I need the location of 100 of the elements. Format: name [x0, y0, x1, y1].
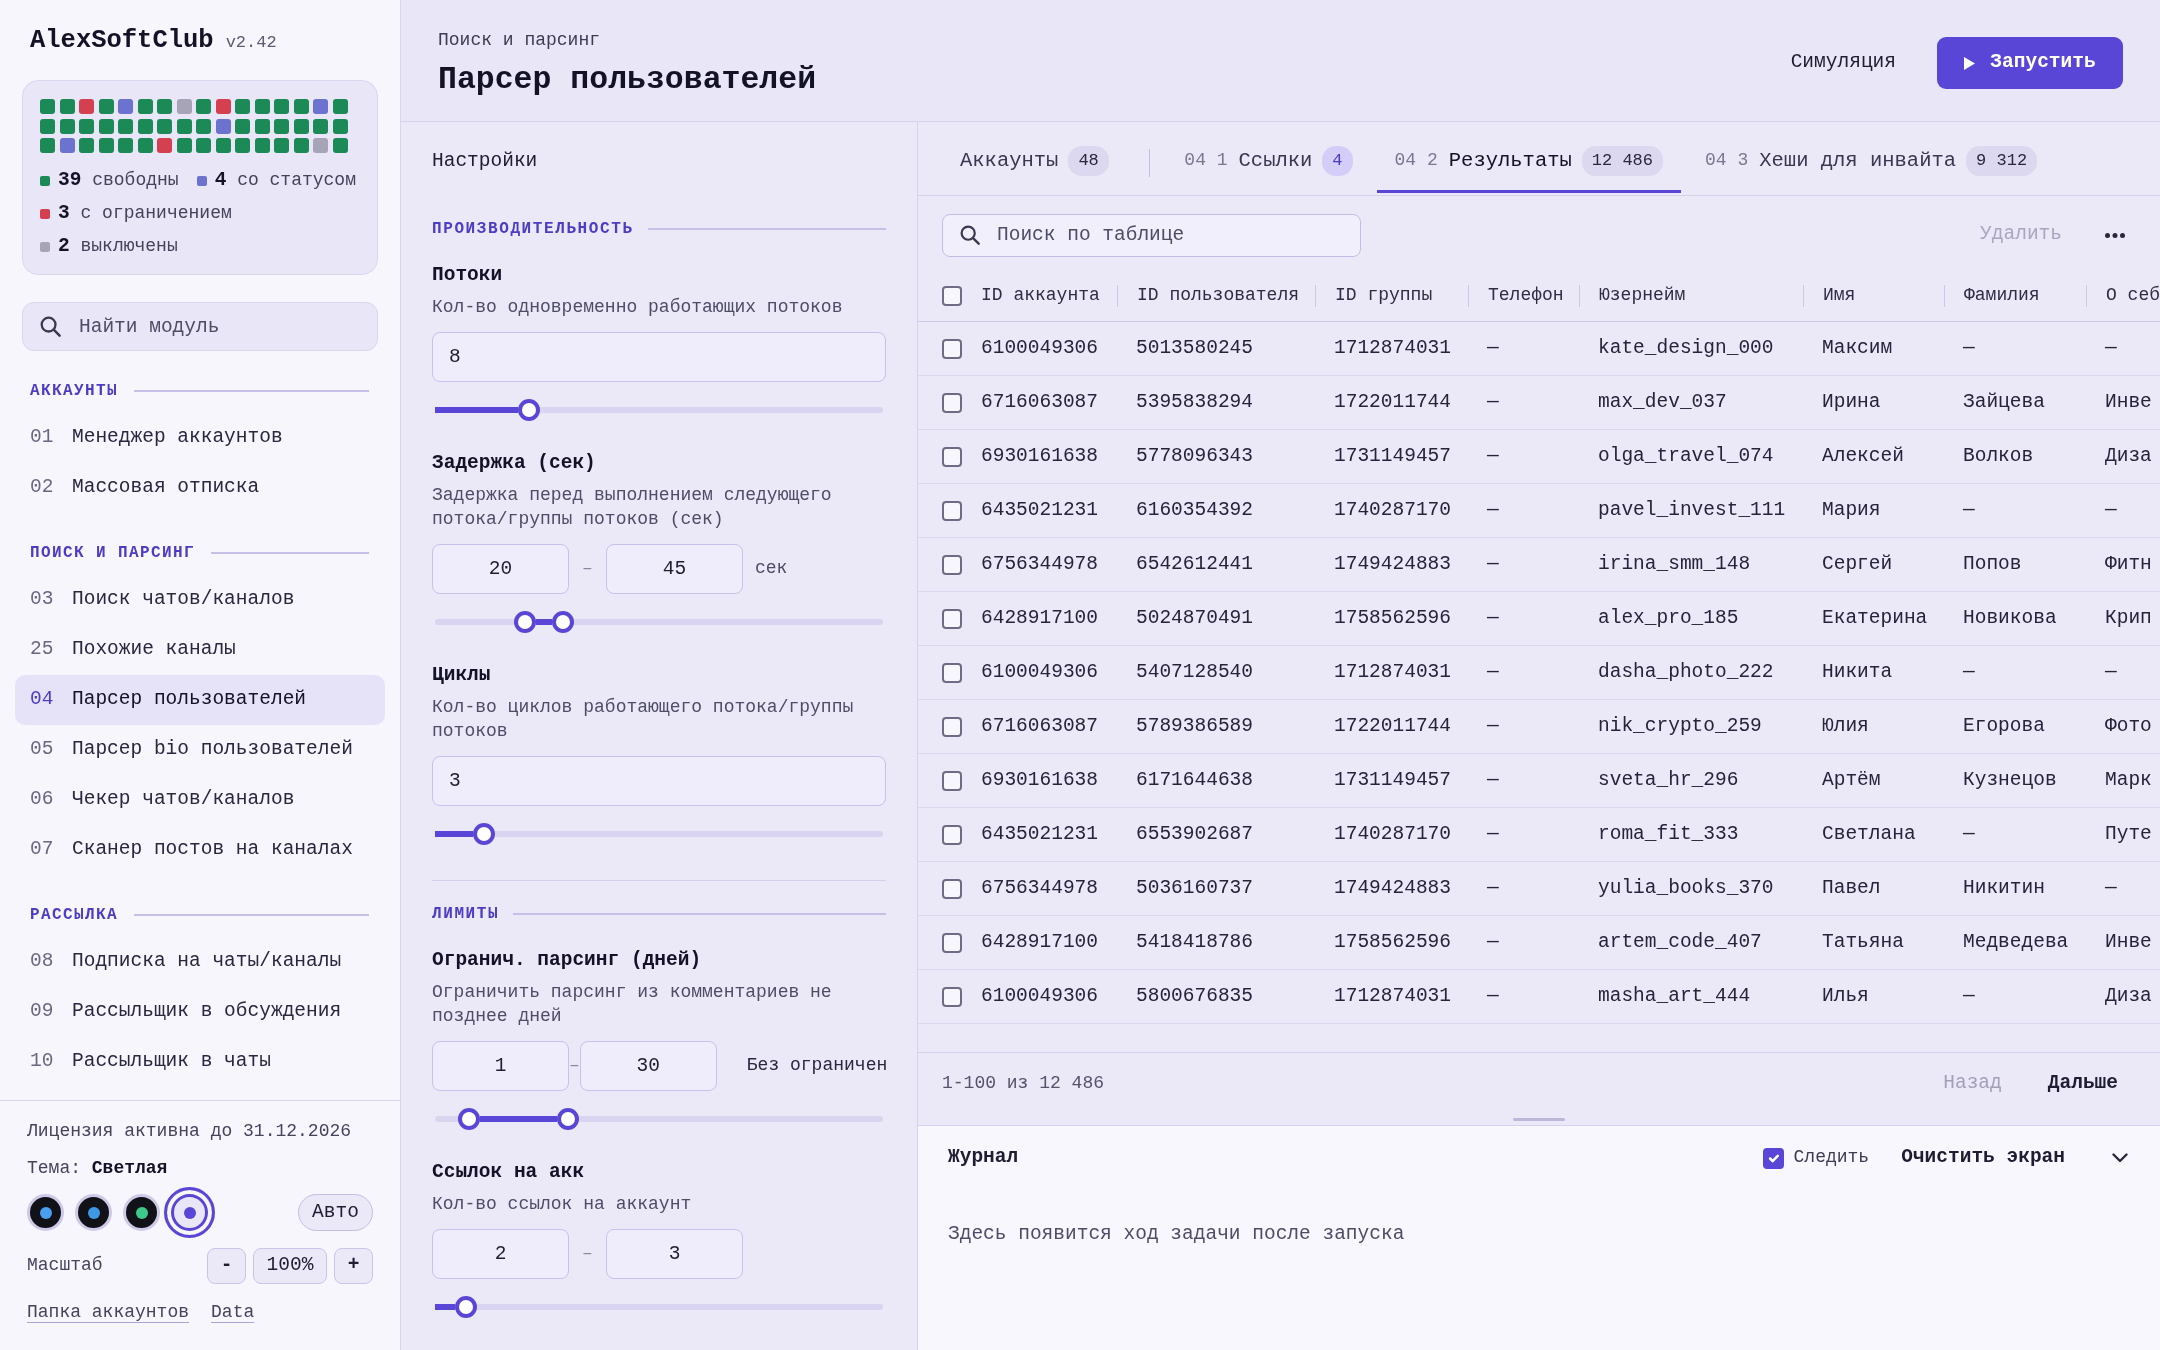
- row-checkbox[interactable]: [942, 716, 962, 737]
- follow-checkbox[interactable]: [1762, 1147, 1784, 1169]
- checkbox-label[interactable]: Следить: [1793, 1146, 1870, 1170]
- table-cell-text: Артём: [1822, 767, 1881, 793]
- table-cell-text: dasha_photo_222: [1598, 659, 1774, 685]
- table-cell-text: 6100049306: [981, 659, 1099, 685]
- field-label: Задержка (сек): [432, 451, 597, 476]
- no-limit-option[interactable]: Без ограничен: [746, 1053, 888, 1078]
- table-cell-text: Никита: [1822, 659, 1893, 685]
- number-input[interactable]: 1: [432, 1040, 569, 1091]
- table-cell-text: 1740287170: [1334, 497, 1452, 523]
- table-cell-text: 6428917100: [981, 929, 1099, 955]
- number-input[interactable]: 8: [432, 331, 886, 382]
- table-search-field[interactable]: Поиск по таблице: [942, 213, 1361, 257]
- module-search-field[interactable]: Найти модуль: [22, 302, 378, 351]
- scale-value-button[interactable]: 100%: [253, 1248, 327, 1284]
- nav-item[interactable]: 06 Чекер чатов/каналов: [15, 775, 385, 825]
- table-cell-text: 5778096343: [1136, 443, 1254, 469]
- count-badge: 9 312: [1966, 146, 2038, 176]
- nav-item[interactable]: 02 Массовая отписка: [15, 463, 385, 513]
- slider-thumb[interactable]: [513, 611, 536, 633]
- search-icon: [40, 316, 61, 337]
- more-icon[interactable]: [2105, 232, 2125, 238]
- nav-item[interactable]: 01 Менеджер аккаунтов: [15, 413, 385, 463]
- row-checkbox[interactable]: [942, 500, 962, 521]
- row-checkbox[interactable]: [942, 932, 962, 953]
- auto-theme-button[interactable]: Авто: [298, 1194, 373, 1231]
- slider-thumb[interactable]: [457, 1108, 480, 1130]
- zoom-out-button[interactable]: -: [207, 1248, 246, 1284]
- nav-item[interactable]: 25 Похожие каналы: [15, 625, 385, 675]
- field-label: Потоки: [432, 263, 504, 288]
- slider-thumb[interactable]: [551, 611, 574, 633]
- resize-handle[interactable]: [1513, 1118, 1565, 1121]
- nav-item[interactable]: 10 Рассыльщик в чаты: [15, 1037, 385, 1087]
- table-cell-text: artem_code_407: [1598, 929, 1762, 955]
- table-cell-text: —: [1963, 821, 1975, 847]
- tab[interactable]: Аккаунты 48: [942, 122, 1127, 193]
- column-header: О себ: [2106, 283, 2160, 307]
- table-cell-text: Кузнецов: [1963, 767, 2057, 793]
- table-cell-text: Марк: [2105, 767, 2152, 793]
- slider-thumb[interactable]: [557, 1108, 580, 1130]
- tab[interactable]: 04 1 Ссылки 4: [1166, 122, 1371, 193]
- row-checkbox[interactable]: [942, 986, 962, 1007]
- nav-item[interactable]: 07 Сканер постов на каналах: [15, 825, 385, 875]
- number-input[interactable]: 3: [606, 1228, 743, 1279]
- table-cell-text: Крип: [2105, 605, 2152, 631]
- nav-item[interactable]: 03 Поиск чатов/каналов: [15, 575, 385, 625]
- select-all-checkbox[interactable]: [942, 285, 962, 306]
- table-cell-text: nik_crypto_259: [1598, 713, 1762, 739]
- table-cell-text: Зайцева: [1963, 389, 2045, 415]
- tab[interactable]: 04 3 Хеши для инвайта 9 312: [1687, 122, 2056, 193]
- row-checkbox[interactable]: [942, 338, 962, 359]
- table-cell-text: Светлана: [1822, 821, 1916, 847]
- number-input[interactable]: 20: [432, 543, 569, 594]
- number-input[interactable]: 3: [432, 755, 886, 806]
- run-button[interactable]: Запустить: [1937, 37, 2123, 89]
- empty-log-text: Здесь появится ход задачи после запуска: [948, 1222, 1406, 1247]
- zoom-in-button[interactable]: +: [334, 1248, 373, 1284]
- tab[interactable]: 04 2 Результаты 12 486: [1376, 122, 1682, 193]
- row-checkbox[interactable]: [942, 770, 962, 791]
- row-checkbox[interactable]: [942, 446, 962, 467]
- table-cell-text: —: [1487, 659, 1499, 685]
- row-checkbox[interactable]: [942, 824, 962, 845]
- theme-swatch[interactable]: [164, 1187, 215, 1238]
- table-cell-text: 1712874031: [1334, 335, 1452, 361]
- number-input[interactable]: 2: [432, 1228, 569, 1279]
- column-header: Имя: [1823, 283, 1856, 307]
- nav-item[interactable]: 05 Парсер bio пользователей: [15, 725, 385, 775]
- table-cell-text: kate_design_000: [1598, 335, 1774, 361]
- simulate-button[interactable]: Симуляция: [1778, 44, 1908, 82]
- slider-thumb[interactable]: [518, 399, 541, 421]
- nav-item[interactable]: 04 Парсер пользователей: [15, 675, 385, 725]
- table-cell-text: Инве: [2105, 389, 2152, 415]
- field-description: Задержка перед выполнением следующего потока/группы потоков (сек): [432, 484, 833, 531]
- legend-text: 39 свободны: [58, 167, 179, 193]
- table-cell-text: Мария: [1822, 497, 1881, 523]
- row-checkbox[interactable]: [942, 878, 962, 899]
- row-checkbox[interactable]: [942, 662, 962, 683]
- slider-thumb[interactable]: [455, 1296, 478, 1318]
- column-header: ID пользователя: [1137, 283, 1300, 307]
- table-cell-text: 5407128540: [1136, 659, 1254, 685]
- row-checkbox[interactable]: [942, 554, 962, 575]
- nav-item[interactable]: 09 Рассыльщик в обсуждения: [15, 987, 385, 1037]
- table-cell-text: olga_travel_074: [1598, 443, 1774, 469]
- next-page-button[interactable]: Дальше: [2039, 1069, 2126, 1099]
- number-input[interactable]: 45: [606, 543, 743, 594]
- footer-link[interactable]: Папка аккаунтов: [27, 1298, 190, 1326]
- table-cell-text: —: [1487, 767, 1499, 793]
- row-checkbox[interactable]: [942, 608, 962, 629]
- nav-item[interactable]: 08 Подписка на чаты/каналы: [15, 937, 385, 987]
- count-badge: 4: [1322, 146, 1353, 176]
- chevron-down-icon[interactable]: [2112, 1153, 2128, 1163]
- slider-thumb[interactable]: [473, 823, 496, 845]
- number-input[interactable]: 30: [579, 1040, 717, 1091]
- field-description: Кол-во одновременно работающих потоков: [432, 296, 844, 319]
- clear-screen-button[interactable]: Очистить экран: [1901, 1143, 2065, 1173]
- table-cell-text: 1722011744: [1334, 713, 1452, 739]
- table-cell-text: 1749424883: [1334, 551, 1452, 577]
- row-checkbox[interactable]: [942, 392, 962, 413]
- footer-link[interactable]: Data: [211, 1298, 255, 1326]
